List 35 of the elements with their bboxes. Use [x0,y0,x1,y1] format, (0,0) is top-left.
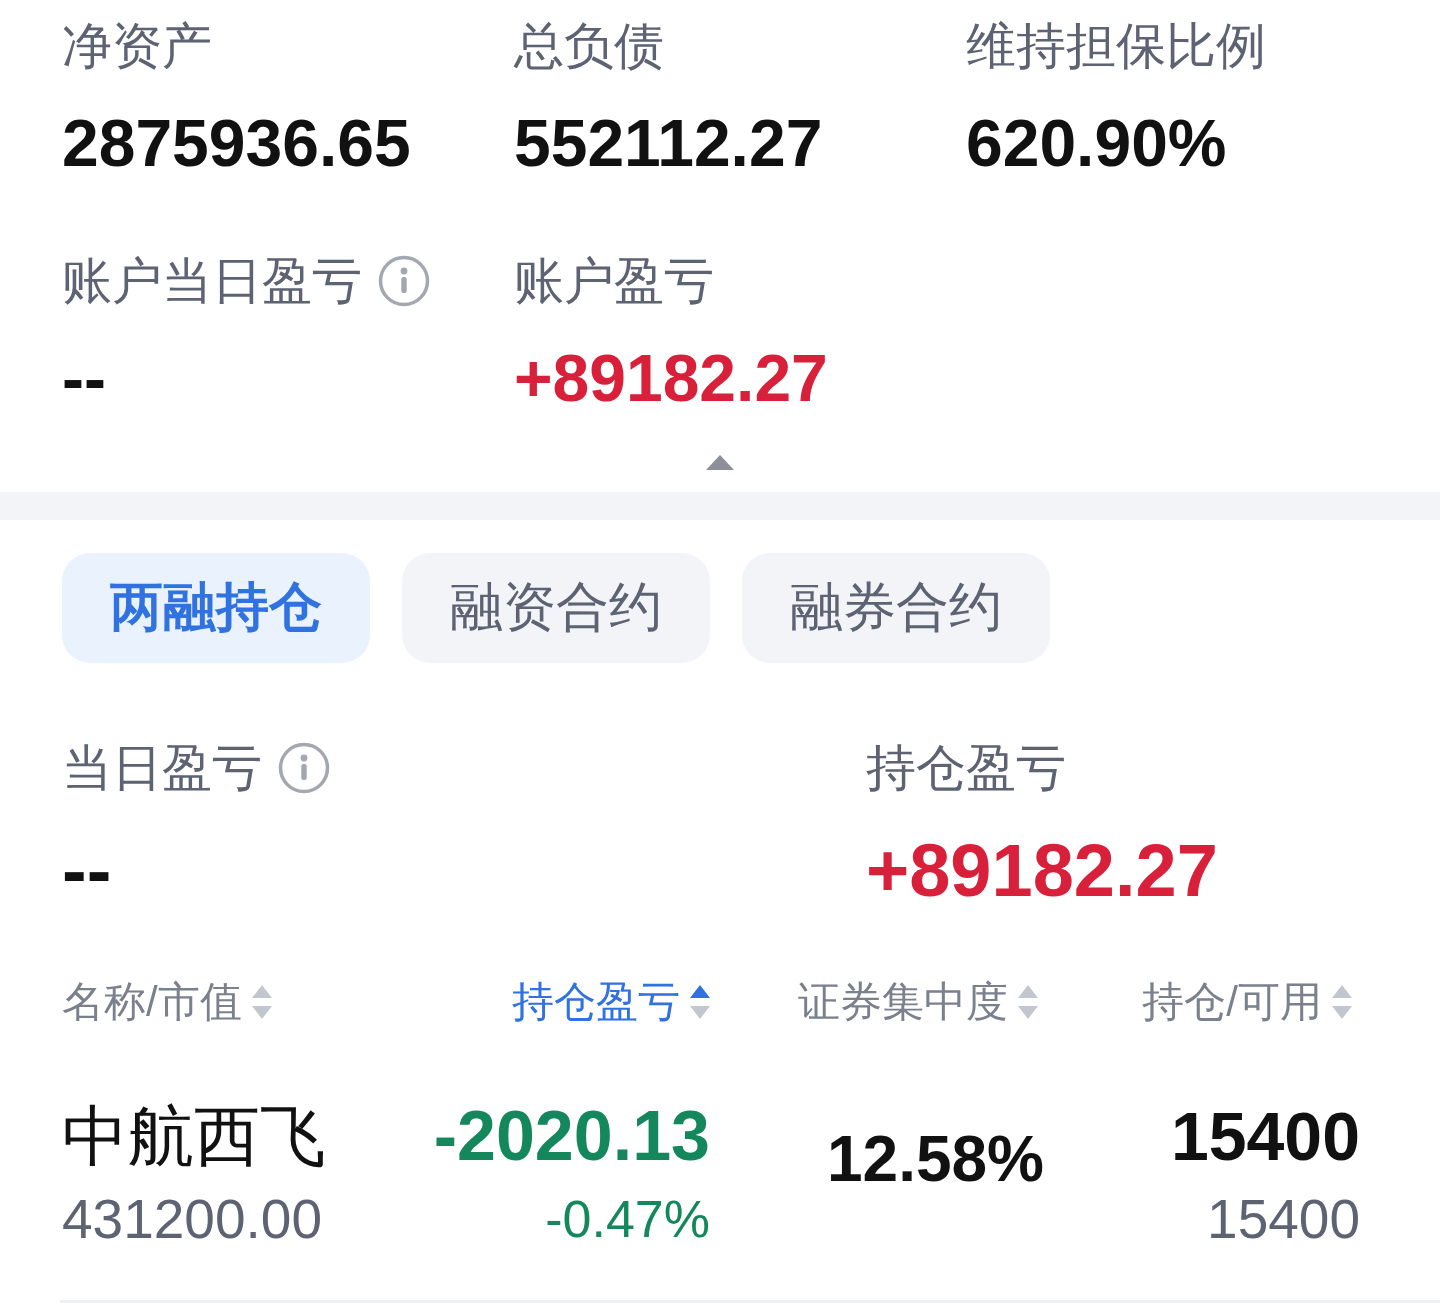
column-header[interactable]: 持仓盈亏 [512,974,710,1030]
summary-label: 持仓盈亏 [866,739,1066,798]
summary-value: -- [62,828,112,914]
metric-label: 净资产 [62,17,212,76]
market-value: 431200.00 [62,1188,322,1250]
collapse-caret-icon[interactable] [706,455,734,470]
metric-value: 2875936.65 [62,105,411,182]
metric-label: 维持担保比例 [966,17,1266,76]
sort-icon [251,985,272,1019]
metric-label: 账户当日盈亏 [62,252,362,311]
available-quantity: 15400 [1207,1188,1360,1250]
stock-name: 中航西飞 [62,1098,326,1175]
column-header[interactable]: 持仓/可用 [1142,974,1352,1030]
tab[interactable]: 融资合约 [402,553,710,663]
profit-loss-amount: -2020.13 [433,1096,710,1176]
metric-label: 账户盈亏 [514,252,714,311]
metric-value: -- [62,340,106,417]
column-header[interactable]: 名称/市值 [62,974,272,1030]
sort-icon [1332,985,1352,1019]
sort-icon [1018,985,1038,1019]
position-quantity: 15400 [1170,1097,1360,1176]
info-icon[interactable] [378,255,430,307]
column-header[interactable]: 证券集中度 [798,974,1038,1030]
profit-loss-percent: -0.47% [545,1189,710,1250]
sort-icon [690,985,710,1019]
tab[interactable]: 融券合约 [742,553,1050,663]
metric-value: +89182.27 [514,340,828,417]
info-icon[interactable] [278,742,330,794]
tab[interactable]: 两融持仓 [62,553,370,663]
summary-label: 当日盈亏 [62,739,262,798]
metric-label: 总负债 [514,17,664,76]
metric-value: 552112.27 [514,105,823,182]
metric-value: 620.90% [966,105,1227,182]
concentration-value: 12.58% [826,1122,1044,1197]
summary-value: +89182.27 [866,828,1218,914]
